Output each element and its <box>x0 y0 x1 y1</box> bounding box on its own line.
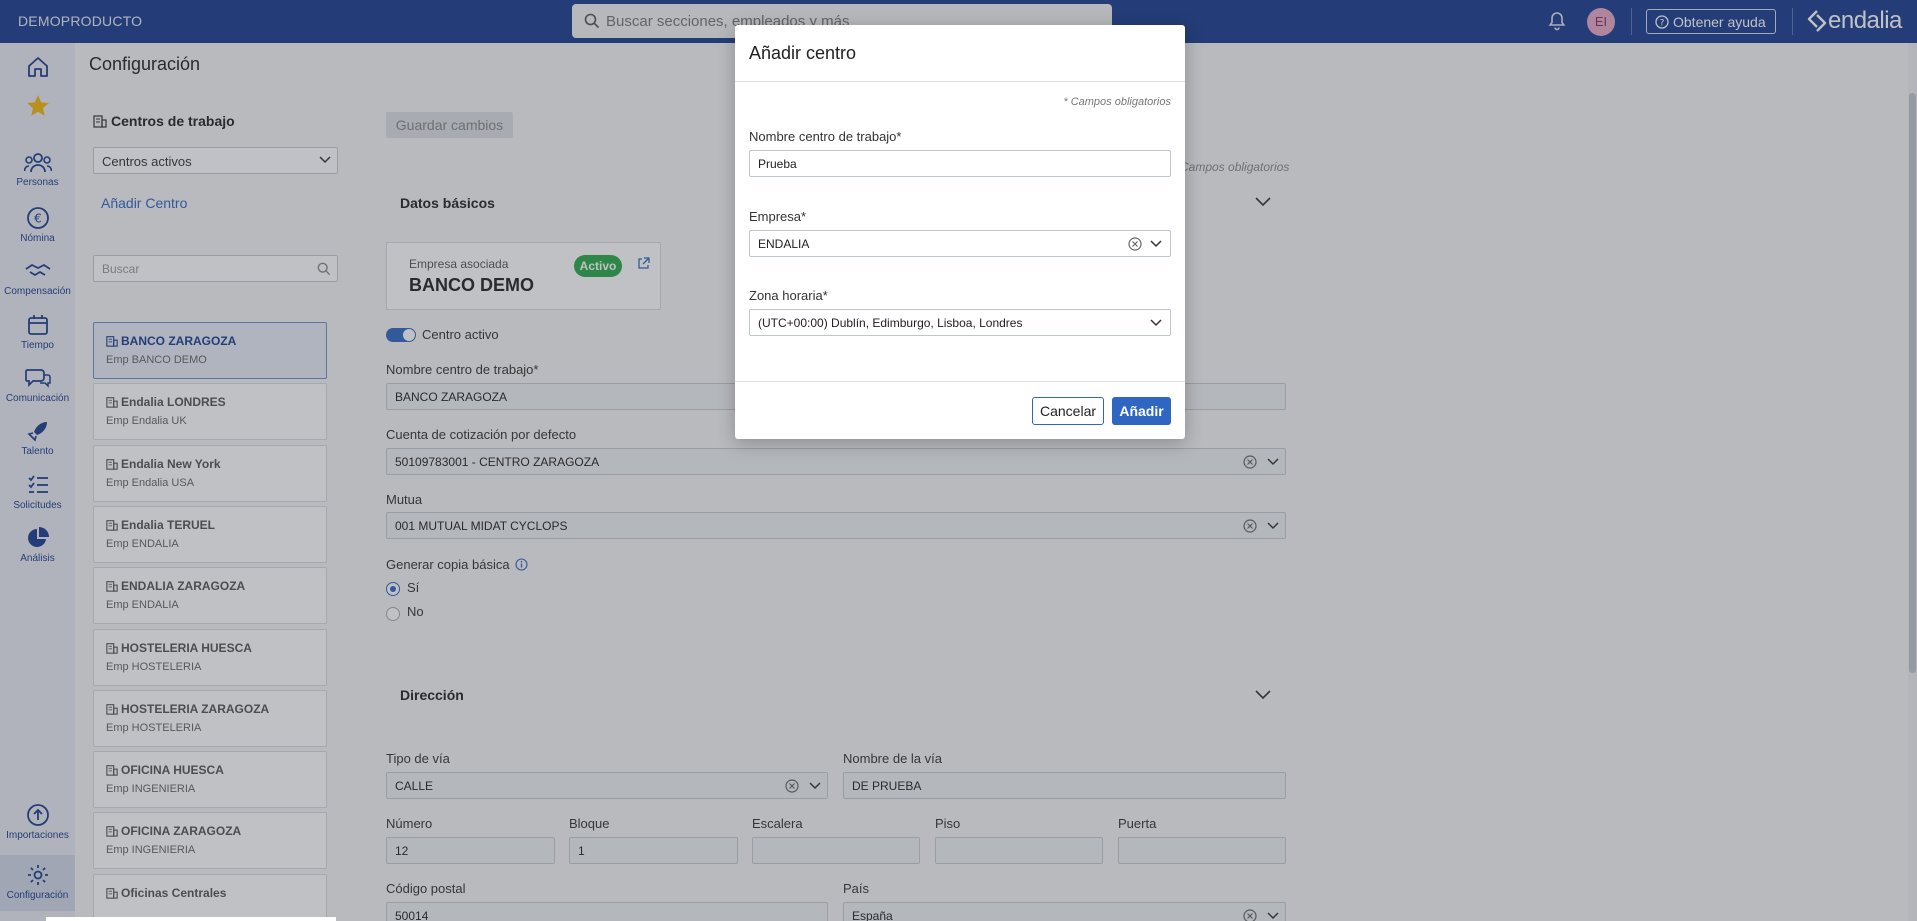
company-select[interactable]: ENDALIA <box>749 230 1171 257</box>
add-button[interactable]: Añadir <box>1112 397 1171 425</box>
company-value: ENDALIA <box>758 237 810 251</box>
chevron-down-icon <box>1150 240 1162 248</box>
cancel-button[interactable]: Cancelar <box>1032 397 1104 425</box>
company-label: Empresa* <box>749 209 807 224</box>
divider <box>735 381 1185 382</box>
clear-icon[interactable] <box>1128 237 1142 251</box>
chevron-down-icon <box>1150 319 1162 327</box>
timezone-value: (UTC+00:00) Dublín, Edimburgo, Lisboa, L… <box>758 316 1023 330</box>
dialog-title: Añadir centro <box>749 43 857 63</box>
timezone-label: Zona horaria* <box>749 288 828 303</box>
divider <box>735 81 1185 82</box>
timezone-select[interactable]: (UTC+00:00) Dublín, Edimburgo, Lisboa, L… <box>749 309 1171 336</box>
add-center-dialog: Añadir centro * Campos obligatorios Nomb… <box>735 25 1185 439</box>
center-name-value: Prueba <box>758 157 797 171</box>
center-name-input[interactable]: Prueba <box>749 150 1171 177</box>
required-note: * Campos obligatorios <box>1063 96 1171 108</box>
bottom-strip <box>46 917 336 921</box>
name-label: Nombre centro de trabajo* <box>749 129 902 144</box>
